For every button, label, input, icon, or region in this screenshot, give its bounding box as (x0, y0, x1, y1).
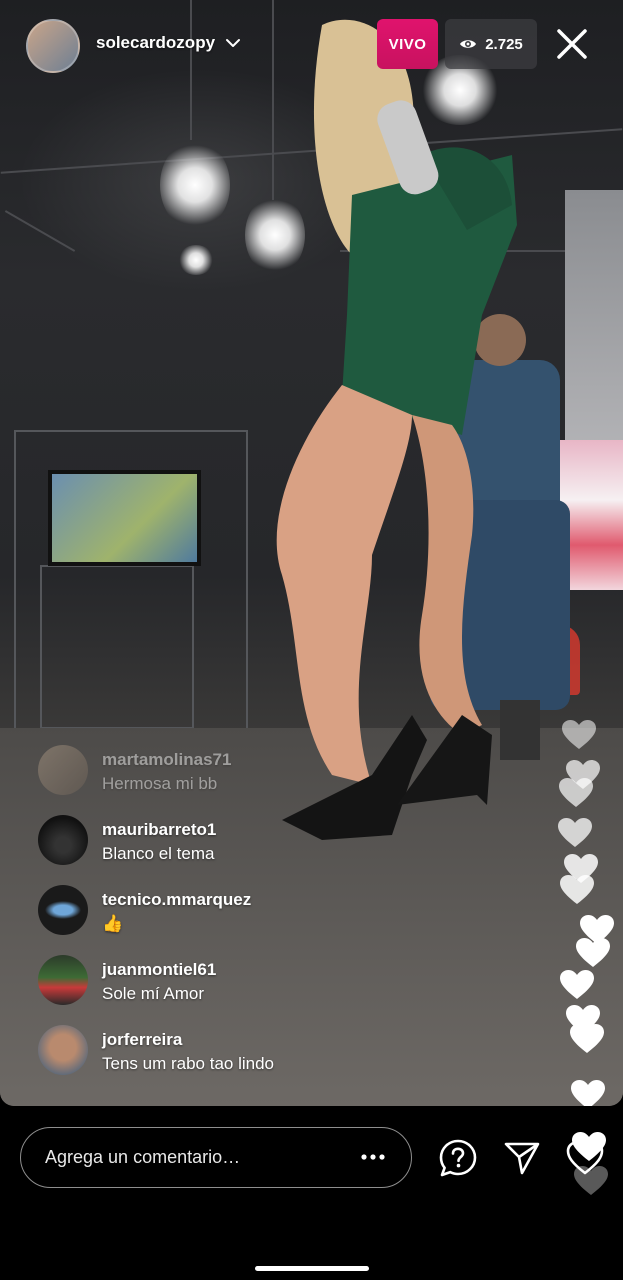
comment-username[interactable]: tecnico.mmarquez (102, 889, 251, 911)
more-icon[interactable] (359, 1145, 387, 1169)
comment-placeholder: Agrega un comentario… (45, 1147, 241, 1167)
comment-input[interactable]: Agrega un comentario… (20, 1127, 412, 1188)
viewer-count-badge[interactable]: 2.725 (445, 19, 537, 69)
commenter-avatar[interactable] (38, 745, 88, 795)
comment-item: tecnico.mmarquez 👍 (38, 885, 458, 955)
heart-icon (560, 970, 594, 999)
heart-icon (571, 1080, 605, 1106)
comment-item: mauribarreto1 Blanco el tema (38, 815, 458, 885)
stage-light (160, 140, 230, 230)
live-video[interactable]: solecardozopy VIVO 2.725 martamolinas71 … (0, 0, 623, 1106)
heart-icon (576, 938, 610, 967)
heart-icon (559, 778, 593, 807)
broadcaster-avatar[interactable] (26, 19, 80, 73)
live-badge: VIVO (377, 19, 438, 69)
comment-item: jorferreira Tens um rabo tao lindo (38, 1025, 458, 1095)
commenter-avatar[interactable] (38, 815, 88, 865)
ceiling-truss (4, 210, 76, 252)
commenter-avatar[interactable] (38, 955, 88, 1005)
performer (276, 19, 517, 840)
commenter-avatar[interactable] (38, 885, 88, 935)
heart-icon (558, 818, 592, 847)
send-icon[interactable] (502, 1138, 542, 1178)
comment-username[interactable]: juanmontiel61 (102, 959, 216, 981)
eye-icon (460, 40, 477, 48)
light-cable (190, 0, 192, 140)
heart-icon (560, 875, 594, 904)
tv-monitor (48, 470, 201, 566)
comment-item: martamolinas71 Hermosa mi bb (38, 745, 458, 815)
stage-light (178, 245, 214, 275)
equipment-rack (40, 565, 194, 729)
viewer-count: 2.725 (485, 35, 523, 53)
comment-text: Hermosa mi bb (102, 774, 218, 793)
comment-username[interactable]: jorferreira (102, 1029, 274, 1051)
comment-username[interactable]: martamolinas71 (102, 749, 231, 771)
question-icon[interactable] (438, 1138, 478, 1178)
heart-icon (574, 1166, 608, 1195)
chevron-down-icon[interactable] (224, 34, 242, 52)
comment-username[interactable]: mauribarreto1 (102, 819, 216, 841)
heart-icon (570, 1024, 604, 1053)
comment-item: juanmontiel61 Sole mí Amor (38, 955, 458, 1025)
comment-text: Tens um rabo tao lindo (102, 1054, 274, 1073)
close-icon[interactable] (554, 26, 590, 62)
commenter-avatar[interactable] (38, 1025, 88, 1075)
home-indicator[interactable] (255, 1266, 369, 1271)
comment-list: martamolinas71 Hermosa mi bb mauribarret… (38, 745, 458, 1095)
comment-text: Sole mí Amor (102, 984, 205, 1003)
broadcaster-username[interactable]: solecardozopy (96, 33, 215, 53)
heart-icon (562, 720, 596, 749)
comment-text: 👍 (102, 914, 124, 933)
comment-text: Blanco el tema (102, 844, 215, 863)
heart-icon (572, 1132, 606, 1161)
